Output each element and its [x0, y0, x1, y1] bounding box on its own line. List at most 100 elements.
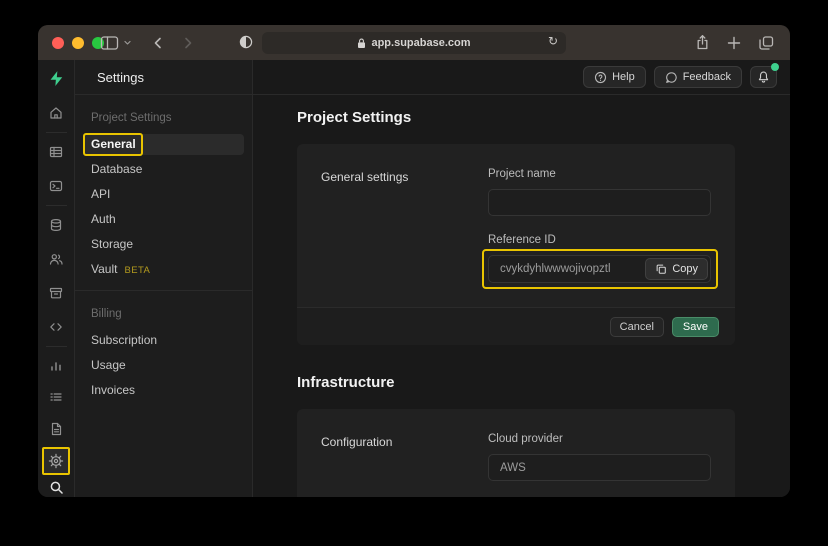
- browser-window: app.supabase.com ↻ Settings Project Sett…: [38, 25, 790, 497]
- sidebar-item-edge-functions[interactable]: [38, 310, 75, 344]
- nav-item-subscription[interactable]: Subscription: [83, 330, 244, 351]
- auth-users-icon: [49, 254, 63, 265]
- traffic-lights: [52, 25, 104, 60]
- supabase-app: Settings Project Settings General Databa…: [38, 60, 790, 497]
- sidebar-toggle-icon[interactable]: [100, 35, 119, 51]
- reload-icon[interactable]: ↻: [548, 34, 558, 48]
- nav-section-divider: [75, 290, 252, 291]
- page-title: Project Settings: [297, 109, 412, 126]
- feedback-label: Feedback: [682, 71, 731, 83]
- url-text: app.supabase.com: [371, 37, 471, 49]
- nav-item-invoices[interactable]: Invoices: [83, 380, 244, 401]
- sidebar-item-reports[interactable]: [38, 349, 75, 381]
- url-bar[interactable]: app.supabase.com ↻: [262, 32, 566, 54]
- notification-dot: [771, 63, 779, 71]
- close-window-button[interactable]: [52, 36, 64, 49]
- sql-editor-icon: [49, 180, 63, 192]
- sidebar-item-home[interactable]: [38, 96, 75, 130]
- card-footer: Cancel Save: [297, 307, 735, 345]
- main-header: Help Feedback: [253, 60, 790, 95]
- feedback-button[interactable]: Feedback: [653, 66, 742, 88]
- sidebar-divider: [45, 132, 67, 133]
- cloud-provider-label: Cloud provider: [488, 433, 563, 445]
- tabs-overview-icon[interactable]: [758, 35, 774, 51]
- settings-highlight-box: [41, 447, 70, 475]
- nav-item-auth[interactable]: Auth: [83, 209, 244, 230]
- browser-toolbar: app.supabase.com ↻: [38, 25, 790, 60]
- api-docs-icon: [51, 422, 62, 436]
- save-button[interactable]: Save: [671, 316, 719, 337]
- supabase-logo[interactable]: [38, 60, 75, 96]
- copy-icon: [656, 264, 667, 274]
- sidebar-divider: [45, 346, 67, 347]
- new-tab-icon[interactable]: [727, 36, 741, 50]
- nav-item-general[interactable]: General: [83, 133, 244, 156]
- cancel-button[interactable]: Cancel: [609, 316, 664, 337]
- bell-icon: [758, 71, 769, 83]
- sidebar-item-storage[interactable]: [38, 276, 75, 310]
- nav-item-database[interactable]: Database: [83, 159, 244, 180]
- edge-functions-icon: [50, 323, 62, 331]
- general-highlight-box: [83, 133, 143, 156]
- database-icon: [50, 219, 62, 231]
- sidebar-item-sql-editor[interactable]: [38, 169, 75, 203]
- beta-badge: BETA: [124, 265, 151, 276]
- sidebar-item-api-docs[interactable]: [38, 413, 75, 445]
- nav-item-label: Vault: [91, 262, 118, 276]
- home-icon: [50, 107, 62, 119]
- chevron-down-icon[interactable]: [123, 38, 132, 47]
- back-icon[interactable]: [152, 36, 164, 50]
- sidebar-item-settings[interactable]: [38, 445, 75, 477]
- nav-item-api[interactable]: API: [83, 184, 244, 205]
- reference-id-label: Reference ID: [488, 234, 556, 246]
- storage-icon: [49, 287, 63, 299]
- project-name-label: Project name: [488, 168, 556, 180]
- nav-item-label: Storage: [91, 237, 134, 251]
- help-icon: [594, 71, 607, 83]
- sidebar-item-auth[interactable]: [38, 242, 75, 276]
- settings-panel-title: Settings: [75, 60, 252, 95]
- copy-button[interactable]: Copy: [645, 258, 708, 280]
- general-settings-card: General settings Project name Reference …: [297, 144, 735, 345]
- nav-item-label: Usage: [91, 358, 126, 372]
- sidebar-item-table-editor[interactable]: [38, 135, 75, 169]
- reports-icon: [51, 362, 61, 371]
- nav-item-label: Auth: [91, 212, 116, 226]
- copy-label: Copy: [672, 263, 698, 275]
- feedback-bubble-icon: [665, 71, 677, 83]
- infrastructure-card: Configuration Cloud provider Region: [297, 409, 735, 497]
- infrastructure-title: Infrastructure: [297, 374, 395, 391]
- sidebar-item-database[interactable]: [38, 208, 75, 242]
- lock-icon: [358, 38, 366, 48]
- nav-item-vault[interactable]: Vault BETA: [83, 259, 244, 280]
- nav-item-label: Database: [91, 162, 143, 176]
- icon-sidebar: [38, 60, 75, 497]
- sidebar-item-logs[interactable]: [38, 381, 75, 413]
- nav-item-label: Subscription: [91, 333, 158, 347]
- nav-item-storage[interactable]: Storage: [83, 234, 244, 255]
- card-section-label: Configuration: [321, 435, 393, 449]
- minimize-window-button[interactable]: [72, 36, 84, 49]
- card-section-label: General settings: [321, 170, 409, 184]
- share-icon[interactable]: [695, 34, 710, 51]
- cloud-provider-input[interactable]: [488, 454, 711, 481]
- nav-item-usage[interactable]: Usage: [83, 355, 244, 376]
- help-label: Help: [612, 71, 635, 83]
- project-name-input[interactable]: [488, 189, 711, 216]
- table-editor-icon: [49, 146, 63, 158]
- sidebar-item-search[interactable]: [38, 477, 75, 497]
- notifications-button[interactable]: [750, 63, 779, 88]
- search-icon: [50, 481, 63, 494]
- shield-icon[interactable]: [238, 34, 254, 55]
- section-label-project-settings: Project Settings: [91, 112, 172, 124]
- settings-nav-panel: Settings Project Settings General Databa…: [75, 60, 253, 497]
- section-label-billing: Billing: [91, 308, 122, 320]
- forward-icon[interactable]: [182, 36, 194, 50]
- sidebar-divider: [45, 205, 67, 206]
- main-content: Help Feedback Project Settings General s…: [253, 60, 790, 497]
- logs-icon: [50, 393, 62, 401]
- reference-id-field: Copy: [482, 249, 718, 289]
- nav-item-label: API: [91, 187, 111, 201]
- help-button[interactable]: Help: [583, 66, 646, 88]
- nav-item-label: Invoices: [91, 383, 136, 397]
